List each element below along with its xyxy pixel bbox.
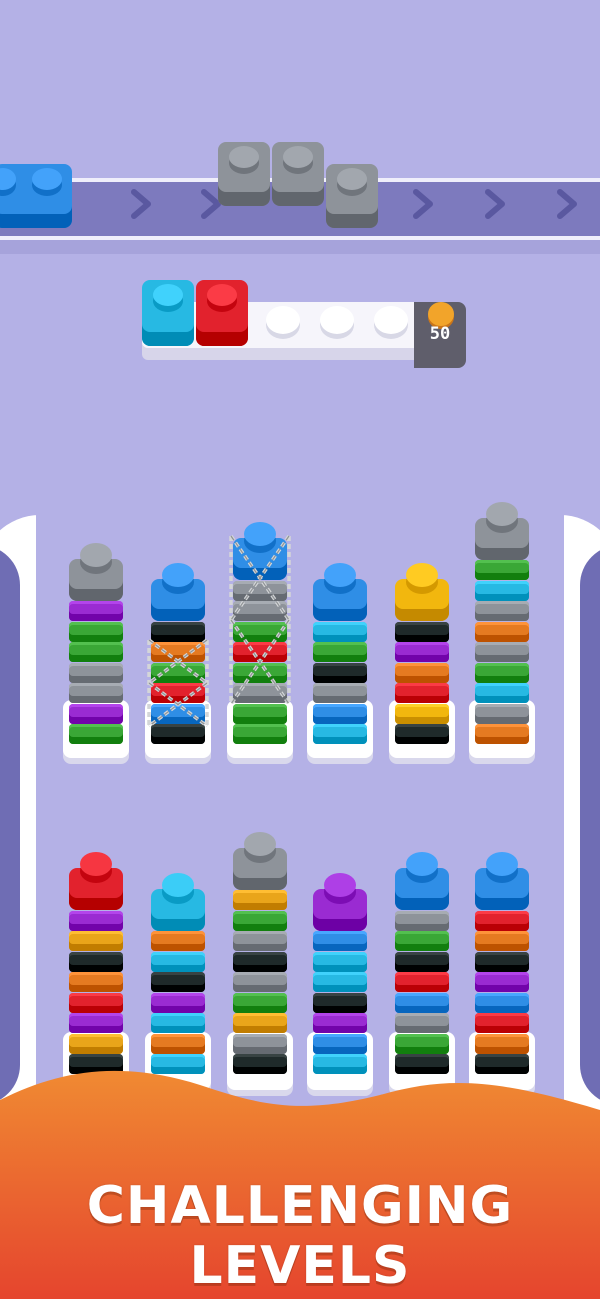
stack-layer [395,683,449,703]
stack-layer [395,703,449,724]
stack-layer [151,992,205,1013]
stack-layer [313,683,367,703]
stack-layer [395,931,449,951]
stack-layer [233,931,287,951]
stack-layer [151,1013,205,1033]
conveyor-chevron-icon [484,189,508,219]
stack-layer [313,642,367,662]
stack-layer [475,601,529,621]
stack-layer [313,724,367,744]
stack-layer [313,951,367,972]
brick-stud [207,284,237,306]
stack-layer [69,992,123,1013]
stack-layer [69,662,123,683]
brick-stud [80,852,112,876]
stack-layer [233,890,287,910]
stack-layer [69,683,123,703]
stack-layer [233,1013,287,1033]
stack-layer [395,1013,449,1033]
stack-layer [69,642,123,662]
stack-layer [313,662,367,683]
coin-reward-value: 50 [429,324,451,344]
empty-tray-slot [374,306,408,334]
stack-layer [69,703,123,724]
stack-layer [69,1013,123,1033]
stack-layer [313,931,367,951]
stack-layer [69,621,123,642]
brick-stud [486,501,518,526]
stack-layer [475,931,529,951]
stack-layer [395,972,449,992]
stack-layer [395,662,449,683]
stack-layer [233,724,287,744]
collection-tray: 50 [142,280,466,368]
brick-stud [486,852,518,876]
conveyor-chevron-icon [130,189,154,219]
stack-layer [475,560,529,580]
empty-tray-slot [266,306,300,334]
stack-layer [475,683,529,703]
coin-reward-panel: 50 [414,302,466,368]
brick-stud [80,542,112,567]
stack-layer [69,910,123,931]
stack-layer [395,910,449,931]
brick-stud [406,852,438,876]
chain-lock-icon [145,636,211,730]
stack-layer [313,1013,367,1033]
stack-layer [395,951,449,972]
stack-layer [233,972,287,992]
conveyor-chevron-icon [412,189,436,219]
board-left-edge [0,545,20,1105]
stack-layer [233,910,287,931]
stack-layer [475,972,529,992]
brick-stud [244,831,276,856]
stack-layer [69,951,123,972]
brick-stud [406,563,438,587]
stack-layer [69,724,123,744]
stack-layer [69,931,123,951]
stack-layer [475,642,529,662]
stack-layer [395,724,449,744]
stack-layer [395,992,449,1013]
stack-layer [475,703,529,724]
stack-layer [233,992,287,1013]
brick-stud [32,168,62,190]
stack-layer [69,972,123,992]
brick-stud [153,284,183,306]
stack-layer [475,910,529,931]
game-screen: 50 CHALLENGING LEVELS [0,0,600,1299]
stack-layer [475,1013,529,1033]
empty-tray-slot [320,306,354,334]
coin-icon [428,302,454,326]
stack-layer [313,992,367,1013]
stack-layer [395,621,449,642]
brick-stud [162,563,194,587]
stack-layer [233,951,287,972]
stack-layer [475,621,529,642]
stack-layer [151,972,205,992]
stack-layer [313,703,367,724]
brick-stud [283,146,313,168]
brick-stud [162,872,194,897]
stack-layer [475,662,529,683]
stack-layer [151,931,205,951]
conveyor-chevron-icon [556,189,580,219]
stack-layer [475,992,529,1013]
stack-layer [313,972,367,992]
stack-layer [475,580,529,601]
stack-layer [313,621,367,642]
board-right-edge [580,545,600,1105]
chain-lock-icon [227,532,293,708]
stack-layer [151,951,205,972]
brick-stud [324,872,356,897]
stack-layer [395,642,449,662]
brick-stud [324,563,356,587]
stack-layer [475,951,529,972]
stack-layer [69,601,123,621]
brick-stud [229,146,259,168]
banner-title: CHALLENGING LEVELS [86,1176,514,1296]
brick-stud [337,168,367,190]
stack-layer [475,724,529,744]
